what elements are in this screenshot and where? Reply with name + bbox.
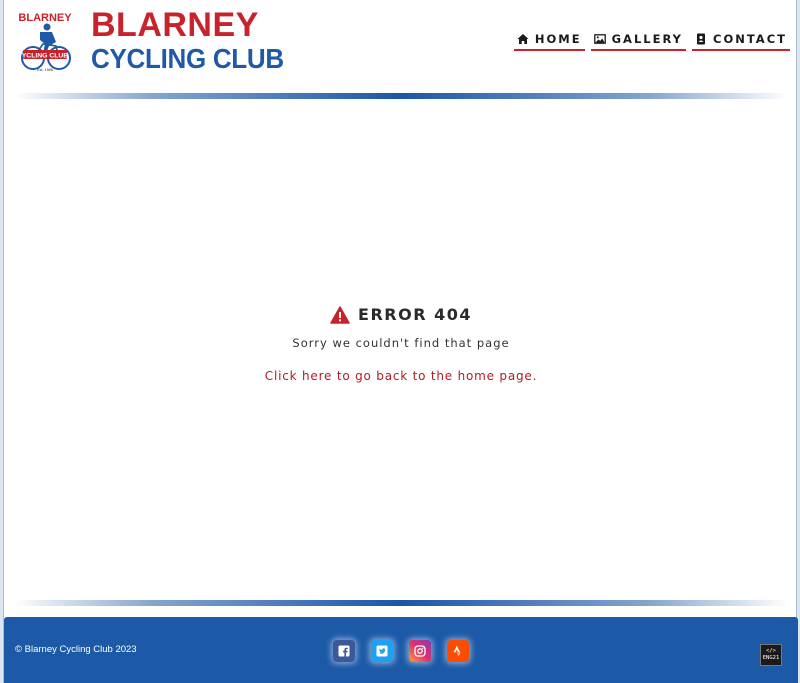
social-links [333,640,469,662]
svg-text:YCLING CLUB: YCLING CLUB [22,53,69,60]
nav-contact[interactable]: CONTACT [692,30,790,51]
site-header: BLARNEY YCLING CLUB Est. 1986 BLARNEY CY… [4,0,798,95]
svg-text:Est. 1986: Est. 1986 [37,68,53,72]
image-icon [593,34,606,44]
svg-text:BLARNEY: BLARNEY [18,12,72,24]
copyright-text: © Blarney Cycling Club 2023 [15,644,137,655]
footer-divider [14,600,788,606]
developer-badge-label: ENG21 [762,655,780,661]
club-logo[interactable]: BLARNEY YCLING CLUB Est. 1986 [16,10,74,74]
brand-wordmark[interactable]: BLARNEY CYCLING CLUB [91,6,284,75]
nav-home[interactable]: HOME [513,30,585,51]
main-nav: HOME GALLERY CONTACT [513,30,790,51]
nav-contact-label: CONTACT [713,32,787,46]
header-divider [14,93,788,99]
instagram-icon [414,645,426,657]
site-footer: © Blarney Cycling Club 2023 </> ENG21 [4,617,798,683]
error-title: ERROR 404 [4,305,798,324]
code-icon: </> [766,648,776,654]
nav-gallery-label: GALLERY [611,32,684,46]
nav-gallery[interactable]: GALLERY [590,30,687,51]
instagram-link[interactable] [409,640,431,662]
nav-home-label: HOME [534,32,582,46]
error-section: ERROR 404 Sorry we couldn't find that pa… [4,100,798,600]
facebook-icon [338,645,350,657]
strava-icon [453,645,461,657]
warning-icon [330,305,350,324]
brand-subtitle: CYCLING CLUB [91,42,284,75]
home-icon [517,34,529,44]
developer-badge[interactable]: </> ENG21 [760,644,782,666]
error-message: Sorry we couldn't find that page [292,336,510,350]
facebook-link[interactable] [333,640,355,662]
error-heading: ERROR 404 [358,305,472,324]
strava-link[interactable] [447,640,469,662]
twitter-link[interactable] [371,640,393,662]
back-home-link[interactable]: Click here to go back to the home page. [4,369,798,383]
contact-card-icon [697,33,706,45]
twitter-icon [376,645,388,657]
brand-title: BLARNEY [91,6,259,44]
page-frame: BLARNEY YCLING CLUB Est. 1986 BLARNEY CY… [3,0,798,683]
